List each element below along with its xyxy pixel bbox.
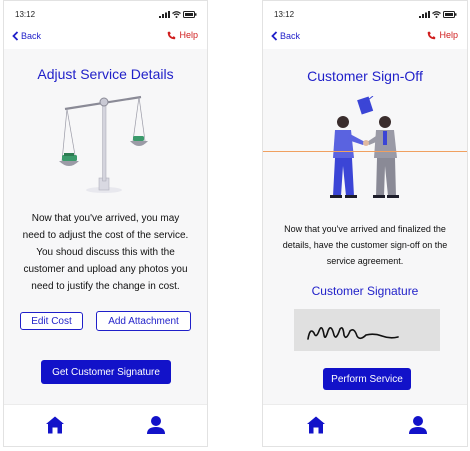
back-label: Back xyxy=(21,31,42,41)
instructions-line: customer and upload any photos you xyxy=(23,264,188,275)
add-attachment-button[interactable]: Add Attachment xyxy=(96,311,191,331)
instructions-line: need to adjust the cost of the service. xyxy=(22,230,189,241)
help-button[interactable]: Help xyxy=(167,30,198,40)
help-label: Help xyxy=(179,30,198,40)
back-label: Back xyxy=(280,31,301,41)
adjust-service-screen: 13:12 Back Help Adjust Service Details N… xyxy=(3,0,208,447)
chevron-left-icon xyxy=(271,31,278,41)
user-icon[interactable] xyxy=(408,415,428,435)
edit-cost-button[interactable]: Edit Cost xyxy=(20,312,83,330)
tab-bar xyxy=(263,404,467,446)
status-bar: 13:12 xyxy=(4,1,207,25)
chevron-left-icon xyxy=(12,31,19,41)
home-icon[interactable] xyxy=(306,415,326,435)
tab-bar xyxy=(4,404,207,446)
help-label: Help xyxy=(439,30,458,40)
page-title: Customer Sign-Off xyxy=(307,68,423,84)
signature-heading: Customer Signature xyxy=(311,284,419,298)
status-time: 13:12 xyxy=(15,10,36,19)
signal-icon xyxy=(419,11,430,18)
customer-signoff-screen: 13:12 Back Help Customer Sign-Off Now th… xyxy=(262,0,468,447)
instructions-line: You shoud discuss this with the xyxy=(36,247,175,258)
signal-icon xyxy=(159,11,170,18)
help-button[interactable]: Help xyxy=(427,30,458,40)
back-button[interactable]: Back xyxy=(12,31,41,41)
page-title: Adjust Service Details xyxy=(37,66,174,82)
scale-illustration xyxy=(59,95,148,193)
instructions-line: Now that you've arrived, you may xyxy=(31,213,180,224)
signature-pad[interactable] xyxy=(294,309,440,351)
nav-bar: Back Help xyxy=(4,25,207,49)
perform-service-button[interactable]: Perform Service xyxy=(323,368,411,390)
instructions-line: details, have the customer sign-off on t… xyxy=(282,240,448,250)
status-bar: 13:12 xyxy=(263,1,467,25)
back-button[interactable]: Back xyxy=(271,31,300,41)
wifi-icon xyxy=(432,11,441,18)
instructions-text: Now that you've arrived, you may need to… xyxy=(12,210,199,295)
system-icons xyxy=(159,11,197,18)
battery-icon xyxy=(183,11,197,18)
instructions-line: need to justify the change in cost. xyxy=(31,281,180,292)
wifi-icon xyxy=(172,11,181,18)
user-icon[interactable] xyxy=(146,415,166,435)
phone-icon xyxy=(168,31,176,39)
instructions-line: service agreement. xyxy=(326,256,404,266)
nav-bar: Back Help xyxy=(263,25,467,49)
get-customer-signature-button[interactable]: Get Customer Signature xyxy=(41,360,171,384)
phone-icon xyxy=(428,31,436,39)
battery-icon xyxy=(443,11,457,18)
status-time: 13:12 xyxy=(274,10,295,19)
system-icons xyxy=(419,11,457,18)
instructions-text: Now that you've arrived and finalized th… xyxy=(269,221,461,269)
home-icon[interactable] xyxy=(45,415,65,435)
divider-line xyxy=(263,151,467,152)
instructions-line: Now that you've arrived and finalized th… xyxy=(284,224,446,234)
signature-stroke xyxy=(307,327,399,340)
